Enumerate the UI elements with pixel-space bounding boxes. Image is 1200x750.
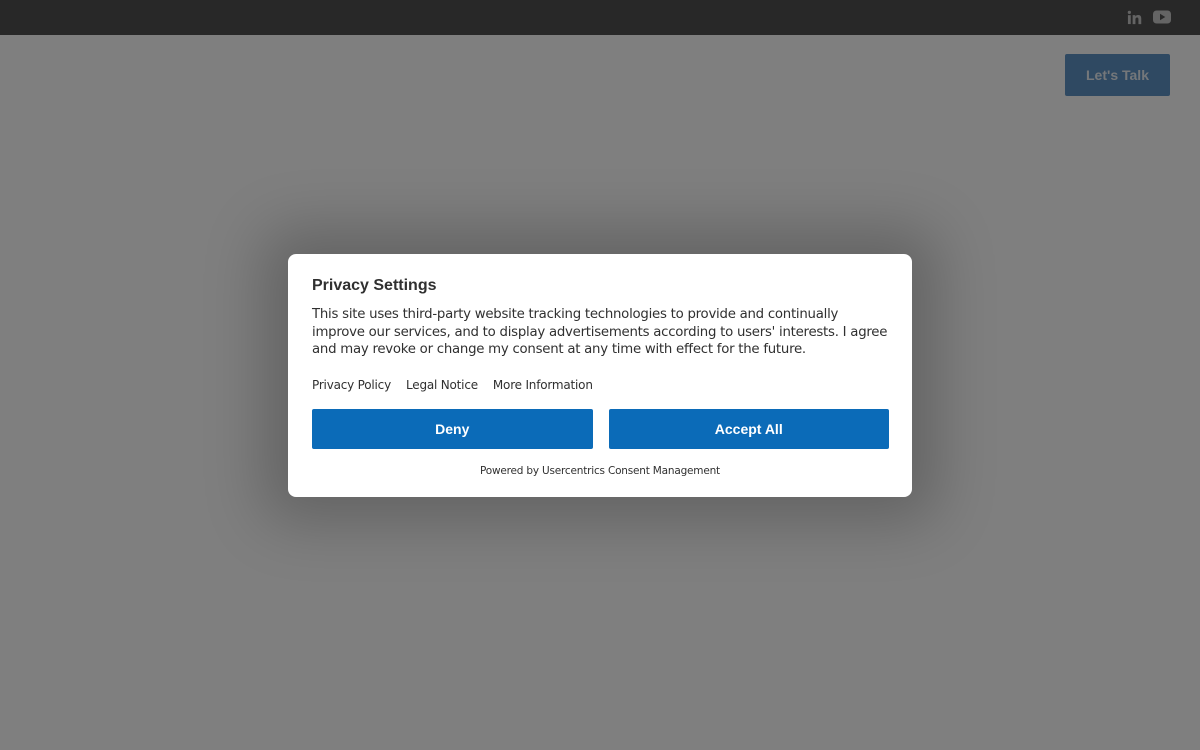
deny-button[interactable]: Deny bbox=[312, 409, 593, 449]
dialog-title: Privacy Settings bbox=[312, 277, 437, 294]
dialog-button-row: Deny Accept All bbox=[312, 409, 889, 449]
dialog-links: Privacy Policy Legal Notice More Informa… bbox=[312, 378, 888, 392]
powered-by-link[interactable]: Powered by Usercentrics Consent Manageme… bbox=[288, 465, 912, 477]
more-information-link[interactable]: More Information bbox=[493, 378, 593, 392]
dialog-description: This site uses third-party website track… bbox=[312, 307, 888, 357]
page: Let's Talk Privacy Settings This site us… bbox=[0, 0, 1200, 750]
privacy-settings-dialog: Privacy Settings This site uses third-pa… bbox=[288, 254, 912, 497]
legal-notice-link[interactable]: Legal Notice bbox=[406, 378, 478, 392]
accept-all-button[interactable]: Accept All bbox=[608, 409, 889, 449]
privacy-policy-link[interactable]: Privacy Policy bbox=[312, 378, 391, 392]
